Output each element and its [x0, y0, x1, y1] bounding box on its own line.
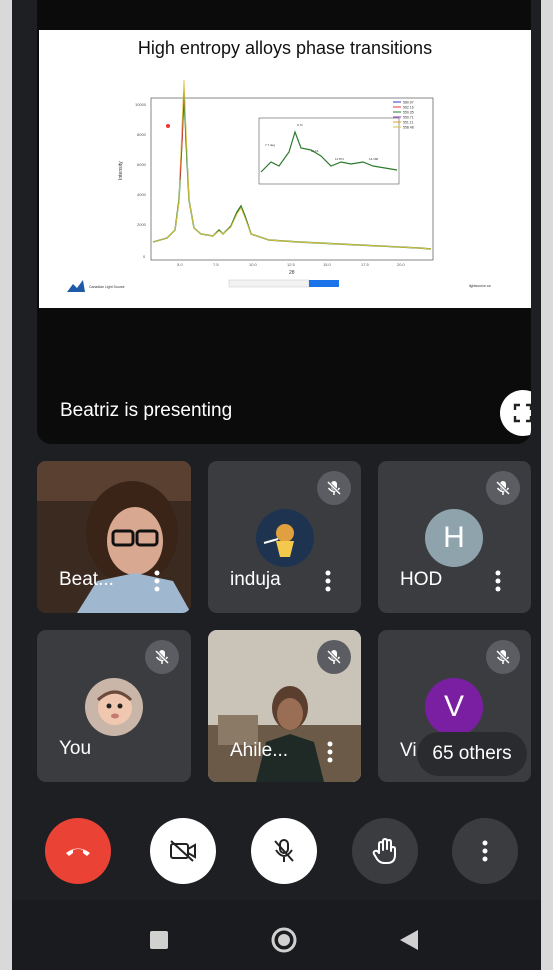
svg-text:15.0: 15.0 — [323, 262, 332, 267]
svg-text:8000: 8000 — [137, 132, 147, 137]
y-axis-label: Intensity — [118, 161, 124, 180]
nav-home-icon[interactable] — [270, 926, 298, 954]
more-vert-icon — [154, 570, 160, 592]
svg-text:7.7 deg: 7.7 deg — [265, 143, 275, 147]
presenting-label: Beatriz is presenting — [60, 400, 233, 421]
more-vert-icon — [327, 741, 333, 763]
mic-off-icon — [326, 649, 342, 665]
svg-text:562.16: 562.16 — [403, 106, 414, 110]
svg-text:580.97: 580.97 — [403, 101, 414, 105]
svg-text:2000: 2000 — [137, 222, 147, 227]
muted-indicator — [317, 640, 351, 674]
more-options-button[interactable] — [452, 818, 518, 884]
svg-text:550.71: 550.71 — [403, 116, 414, 120]
more-options-button[interactable] — [147, 567, 167, 595]
nav-back-icon[interactable] — [398, 928, 420, 952]
raise-hand-button[interactable] — [352, 818, 418, 884]
avatar: V — [425, 678, 483, 736]
participant-tile-induja[interactable]: induja — [208, 461, 361, 613]
more-options-button[interactable] — [318, 567, 338, 595]
more-vert-icon — [495, 570, 501, 592]
svg-text:12.5: 12.5 — [287, 262, 296, 267]
more-options-button[interactable] — [488, 567, 508, 595]
svg-text:551.11: 551.11 — [403, 121, 413, 125]
svg-text:20.0: 20.0 — [397, 262, 406, 267]
mic-off-icon — [326, 480, 342, 496]
mic-toggle-button[interactable] — [251, 818, 317, 884]
svg-text:10.0: 10.0 — [249, 262, 258, 267]
nav-square-icon[interactable] — [149, 930, 169, 950]
more-vert-icon — [482, 840, 488, 862]
participant-name: HOD — [400, 569, 443, 590]
raise-hand-icon — [372, 838, 396, 864]
camera-toggle-button[interactable] — [150, 818, 216, 884]
mic-off-icon — [495, 480, 511, 496]
mic-off-icon — [274, 839, 294, 862]
muted-indicator — [145, 640, 179, 674]
end-call-icon — [66, 848, 90, 856]
participant-tile-ahile[interactable]: Ahile... — [208, 630, 361, 782]
svg-text:558.48: 558.48 — [403, 126, 414, 130]
x-axis-label: 2θ — [289, 270, 295, 276]
svg-text:11.871: 11.871 — [335, 157, 344, 161]
slide-footer: Canadian Light Source lightsource.ca — [67, 279, 491, 292]
muted-indicator — [486, 471, 520, 505]
meet-app: High entropy alloys phase transitions 10… — [12, 0, 541, 970]
participant-name: You — [59, 738, 92, 759]
shared-slide: High entropy alloys phase transitions 10… — [39, 30, 531, 308]
avatar: H — [425, 509, 483, 567]
svg-text:5.0: 5.0 — [177, 262, 183, 267]
svg-text:11.16: 11.16 — [311, 149, 319, 153]
svg-text:7.5: 7.5 — [213, 262, 219, 267]
svg-text:4000: 4000 — [137, 192, 147, 197]
more-options-button[interactable] — [320, 738, 340, 766]
svg-text:lightsource.ca: lightsource.ca — [469, 284, 491, 288]
svg-text:0: 0 — [143, 254, 146, 259]
participant-name: Vi — [400, 740, 417, 761]
mic-off-icon — [495, 649, 511, 665]
svg-text:6000: 6000 — [137, 162, 147, 167]
svg-text:10000: 10000 — [135, 102, 147, 107]
fullscreen-icon — [513, 403, 531, 423]
svg-text:14.180: 14.180 — [369, 157, 379, 161]
end-call-button[interactable] — [45, 818, 111, 884]
participant-name: induja — [230, 569, 281, 590]
muted-indicator — [486, 640, 520, 674]
svg-text:9.71: 9.71 — [297, 123, 303, 127]
participant-name: Ahile... — [230, 740, 289, 761]
svg-text:17.5: 17.5 — [361, 262, 370, 267]
avatar — [85, 678, 143, 736]
xrd-plot: 10000 8000 6000 4000 2000 0 5.0 7.5 10.0 12.5… — [67, 79, 491, 292]
participant-tile-hod[interactable]: H HOD — [378, 461, 531, 613]
more-vert-icon — [325, 570, 331, 592]
avatar — [256, 509, 314, 567]
svg-text:Canadian Light Source: Canadian Light Source — [89, 285, 125, 289]
participant-tile-you[interactable]: You — [37, 630, 191, 782]
mic-off-icon — [154, 649, 170, 665]
camera-off-icon — [170, 840, 196, 862]
participant-name: Beat... — [59, 569, 114, 590]
presentation-area[interactable]: High entropy alloys phase transitions 10… — [37, 0, 531, 444]
fullscreen-button[interactable] — [500, 390, 531, 436]
participant-tile-beatriz[interactable]: Beat... — [37, 461, 191, 613]
muted-indicator — [317, 471, 351, 505]
svg-text:550.35: 550.35 — [403, 111, 414, 115]
others-button[interactable]: 65 others — [417, 732, 527, 776]
system-nav-bar — [12, 900, 541, 970]
